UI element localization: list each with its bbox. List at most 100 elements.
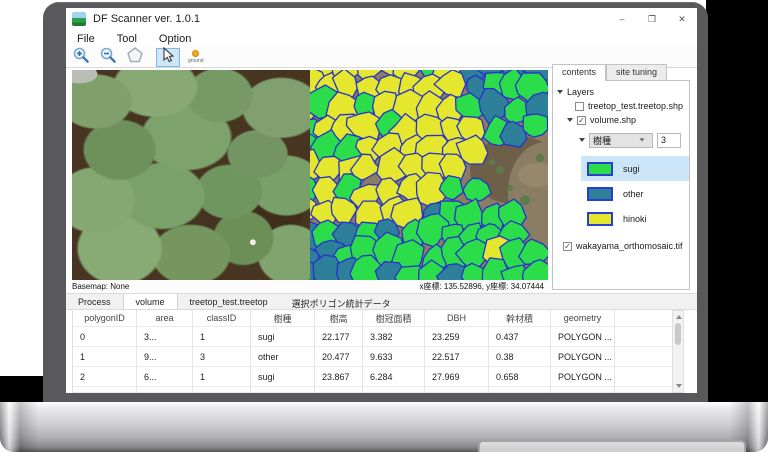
menu-option[interactable]: Option [148, 33, 202, 45]
treetop-layer-label: treetop_test.treetop.shp [588, 101, 683, 111]
chevron-down-icon [640, 138, 645, 141]
symbology-row: 樹種 3 [553, 130, 689, 150]
classification-map-panel[interactable] [310, 70, 548, 280]
legend-label: hinoki [623, 214, 647, 224]
table-row[interactable]: 0 3... 1 sugi 22.177 3.382 23.259 0.437 … [73, 327, 684, 347]
sugi-color-swatch [587, 162, 613, 176]
volume-checkbox[interactable] [577, 116, 586, 125]
orthomosaic-checkbox[interactable] [563, 242, 572, 251]
layers-panel: contents site tuning Layers treetop_test… [552, 64, 690, 290]
cell: 0.437 [489, 327, 551, 347]
cell: 27.969 [425, 367, 489, 387]
zoom-in-tool[interactable] [69, 48, 93, 67]
cell: 3.382 [363, 327, 425, 347]
cell: 9... [137, 347, 193, 367]
cell: sugi [251, 367, 315, 387]
layers-root-label: Layers [567, 87, 594, 97]
attribute-table: polygonID area classID 樹種 樹高 樹冠面積 DBH 幹材… [72, 310, 684, 393]
scrollbar-thumb[interactable] [675, 323, 681, 345]
column-header[interactable]: classID [193, 310, 251, 327]
cell: other [251, 347, 315, 367]
app-icon [72, 12, 86, 26]
column-header[interactable]: polygonID [73, 310, 137, 327]
cell: 3 [193, 347, 251, 367]
legend-item-hinoki[interactable]: hinoki [553, 206, 689, 231]
cell: POLYGON ... [551, 347, 615, 367]
tree-root-layers[interactable]: Layers [553, 85, 689, 99]
ground-point-tool[interactable]: ground [188, 50, 204, 64]
scroll-down-icon[interactable] [676, 384, 682, 388]
attribute-combobox-value: 樹種 [593, 134, 611, 147]
cell: 23.259 [425, 327, 489, 347]
cell: POLYGON ... [551, 327, 615, 347]
tab-treetop-test[interactable]: treetop_test.treetop [178, 294, 280, 309]
zoom-out-tool[interactable] [96, 48, 120, 67]
titlebar: DF Scanner ver. 1.0.1 – ❐ ✕ [66, 8, 697, 30]
cell: 0.38 [489, 347, 551, 367]
chevron-down-icon[interactable] [557, 90, 563, 94]
table-scrollbar[interactable] [672, 310, 684, 393]
treetop-checkbox[interactable] [575, 102, 584, 111]
class-count-spinbox[interactable]: 3 [657, 133, 681, 148]
column-header[interactable]: 幹材積 [489, 310, 551, 327]
tab-site-tuning[interactable]: site tuning [606, 64, 667, 81]
column-header[interactable]: 樹高 [315, 310, 363, 327]
window-title: DF Scanner ver. 1.0.1 [93, 13, 200, 25]
menu-file[interactable]: File [66, 33, 106, 45]
orthophoto-panel[interactable] [72, 70, 310, 280]
chevron-down-icon[interactable] [567, 118, 573, 122]
cell: 9.633 [363, 347, 425, 367]
cursor-coordinates: x座標: 135.52896, y座標: 34.07444 [419, 281, 548, 292]
attribute-combobox[interactable]: 樹種 [589, 133, 653, 148]
cursor-arrow-icon [161, 47, 175, 68]
laptop-mockup: DF Scanner ver. 1.0.1 – ❐ ✕ File Tool Op… [0, 0, 768, 452]
cell: 2 [73, 367, 137, 387]
cell: 6.284 [363, 367, 425, 387]
hinoki-color-swatch [587, 212, 613, 226]
tab-process[interactable]: Process [66, 294, 123, 309]
column-header[interactable]: 樹冠面積 [363, 310, 425, 327]
laptop-base [0, 402, 768, 452]
layers-tree: Layers treetop_test.treetop.shp volume.s… [552, 80, 690, 290]
menubar: File Tool Option [66, 30, 697, 47]
polygon-tool[interactable] [123, 48, 147, 67]
column-header[interactable]: 樹種 [251, 310, 315, 327]
close-button[interactable]: ✕ [667, 8, 697, 30]
background-shadow-left [0, 376, 44, 402]
chevron-down-icon[interactable] [579, 138, 585, 142]
volume-layer-label: volume.shp [590, 115, 636, 125]
table-row[interactable]: 1 9... 3 other 20.477 9.633 22.517 0.38 … [73, 347, 684, 367]
background-shadow-right [706, 0, 768, 402]
legend-label: other [623, 189, 644, 199]
scroll-up-icon[interactable] [676, 315, 682, 319]
cell: 1 [193, 327, 251, 347]
column-header[interactable]: geometry [551, 310, 615, 327]
column-header[interactable]: area [137, 310, 193, 327]
tab-volume[interactable]: volume [123, 294, 178, 309]
other-color-swatch [587, 187, 613, 201]
cell: 3... [137, 327, 193, 347]
cell: 1 [73, 347, 137, 367]
cell: 6... [137, 367, 193, 387]
layer-volume[interactable]: volume.shp [553, 113, 689, 127]
layer-orthomosaic[interactable]: wakayama_orthomosaic.tif [553, 239, 689, 253]
restore-button[interactable]: ❐ [637, 8, 667, 30]
pentagon-icon [126, 46, 144, 69]
tab-contents[interactable]: contents [552, 64, 606, 81]
legend-item-sugi[interactable]: sugi [581, 156, 689, 181]
cell: 1 [193, 367, 251, 387]
cell: 0.658 [489, 367, 551, 387]
menu-tool[interactable]: Tool [106, 33, 148, 45]
legend-item-other[interactable]: other [553, 181, 689, 206]
select-tool[interactable] [156, 48, 180, 67]
cell: sugi [251, 327, 315, 347]
column-header[interactable]: DBH [425, 310, 489, 327]
zoom-out-icon [99, 46, 117, 69]
layer-treetop[interactable]: treetop_test.treetop.shp [553, 99, 689, 113]
tab-selected-polygon-stats[interactable]: 選択ポリゴン統計データ [280, 294, 403, 309]
table-row[interactable]: 2 6... 1 sugi 23.867 6.284 27.969 0.658 … [73, 367, 684, 387]
orthomosaic-layer-label: wakayama_orthomosaic.tif [576, 241, 683, 251]
minimize-button[interactable]: – [607, 8, 637, 30]
ground-tool-label: ground [188, 58, 204, 64]
table-header-row: polygonID area classID 樹種 樹高 樹冠面積 DBH 幹材… [73, 310, 684, 327]
